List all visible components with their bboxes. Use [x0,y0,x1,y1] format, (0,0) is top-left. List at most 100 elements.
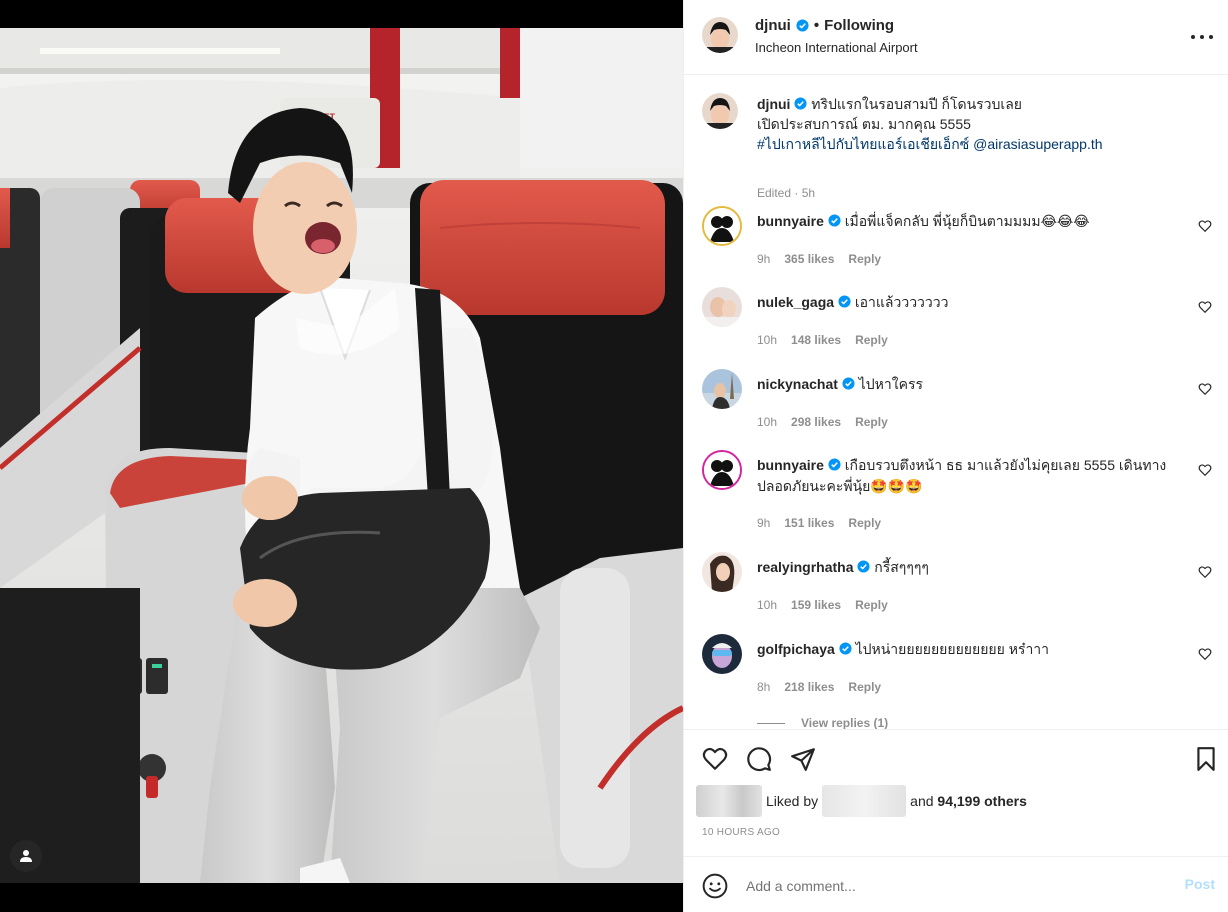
author-username[interactable]: djnui [755,17,791,34]
comment-likes[interactable]: 148 likes [791,333,841,347]
commenter-avatar[interactable] [702,206,742,246]
comment-body: เอาแล้ววววววว [854,294,949,310]
caption-line-2: เปิดประสบการณ์ ตม. มากคุณ 5555 [757,116,971,132]
commenter-avatar[interactable] [702,634,742,674]
heart-icon[interactable] [702,746,728,772]
post-details-panel: djnui • Following Incheon International … [683,0,1228,912]
caption-mention[interactable]: @airasiasuperapp.th [973,136,1102,152]
reply-button[interactable]: Reply [855,333,888,347]
emoji-icon[interactable] [702,873,728,899]
caption-username[interactable]: djnui [757,96,790,112]
post-header: djnui • Following Incheon International … [684,0,1228,75]
verified-badge-icon [796,19,809,32]
airplane-cabin-photo: DJET [0,28,683,883]
commenter-username[interactable]: bunnyaire [757,457,824,473]
likes-count[interactable]: 94,199 others [937,793,1027,809]
reply-button[interactable]: Reply [848,252,881,266]
caption-hashtag[interactable]: #ไปเกาหลีไปกับไทยแอร์เอเชียเอ็กซ์ [757,136,969,152]
comment-meta: 8h 218 likes Reply [757,680,881,694]
verified-badge-icon [838,295,851,308]
caption-line-1: ทริปแรกในรอบสามปี ก็โดนรวบเลย [811,96,1022,112]
comment-like-heart-icon[interactable] [1198,300,1212,314]
replies-divider [757,722,785,724]
commenter-username[interactable]: nulek_gaga [757,294,834,310]
more-options-button[interactable] [1191,27,1213,47]
liked-by-and: and [910,793,934,809]
comment-like-heart-icon[interactable] [1198,382,1212,396]
commenter-avatar[interactable] [702,369,742,409]
comment-time: 8h [757,680,771,694]
comment-meta: 9h 151 likes Reply [757,516,881,530]
reply-button[interactable]: Reply [855,415,888,429]
verified-badge-icon [857,560,870,573]
view-replies-label: View replies (1) [801,716,889,729]
comment-meta: 10h 148 likes Reply [757,333,888,347]
share-icon[interactable] [790,746,816,772]
liked-by-prefix: Liked by [766,793,819,809]
separator-dot: • [813,17,820,34]
post-photo[interactable]: DJET [0,28,683,883]
more-icon [1191,35,1195,39]
author-line: djnui • Following [755,17,894,34]
post-timestamp[interactable]: 10 HOURS AGO [702,827,780,838]
comment-time: 9h [757,252,771,266]
verified-badge-icon [828,458,841,471]
comment-likes[interactable]: 298 likes [791,415,841,429]
comment-time: 10h [757,333,778,347]
comment-body: กรี้สๆๆๆๆ [874,559,929,575]
commenter-username[interactable]: nickynachat [757,376,838,392]
add-comment-bar: Post [684,856,1228,912]
commenter-avatar[interactable] [702,287,742,327]
comment-text: nulek_gaga เอาแล้ววววววว [757,292,1177,313]
comment-like-heart-icon[interactable] [1198,219,1212,233]
comment-like-heart-icon[interactable] [1198,647,1212,661]
commenter-avatar[interactable] [702,450,742,490]
comment-likes[interactable]: 218 likes [784,680,834,694]
comment-time: 9h [757,516,771,530]
verified-badge-icon [842,377,855,390]
liker-avatars-blurred[interactable] [696,785,762,817]
commenter-username[interactable]: realyingrhatha [757,559,853,575]
following-button[interactable]: Following [824,17,894,34]
comment-meta: 10h 159 likes Reply [757,598,888,612]
caption-author-avatar[interactable] [702,93,738,129]
comment-text: golfpichaya ไปหน่ายยยยยยยยยยยยย หร๋าาา [757,639,1177,660]
commenter-username[interactable]: golfpichaya [757,641,835,657]
comments-section[interactable]: djnui ทริปแรกในรอบสามปี ก็โดนรวบเลย เปิด… [684,76,1228,729]
author-avatar[interactable] [702,17,738,53]
photo-pane: DJET [0,0,683,912]
comment-icon[interactable] [746,746,772,772]
comment-text: nickynachat ไปหาใครร [757,374,1177,395]
comment-input[interactable] [746,874,1146,898]
liked-by-row: Liked by and 94,199 others [696,782,1027,820]
verified-badge-icon [794,97,807,110]
reply-button[interactable]: Reply [855,598,888,612]
post-location[interactable]: Incheon International Airport [755,40,918,55]
comment-like-heart-icon[interactable] [1198,463,1212,477]
post-comment-button[interactable]: Post [1185,876,1215,892]
comment-text: realyingrhatha กรี้สๆๆๆๆ [757,557,1177,578]
reply-button[interactable]: Reply [848,516,881,530]
reply-button[interactable]: Reply [848,680,881,694]
comment-likes[interactable]: 159 likes [791,598,841,612]
view-replies-button[interactable]: View replies (1) [757,716,888,729]
comment-like-heart-icon[interactable] [1198,565,1212,579]
liker-name-blurred[interactable] [822,785,907,817]
comment-likes[interactable]: 365 likes [784,252,834,266]
verified-badge-icon [839,642,852,655]
user-tag-icon [20,850,32,862]
comment-body: ไปหน่ายยยยยยยยยยยยย หร๋าาา [855,641,1050,657]
comment-likes[interactable]: 151 likes [784,516,834,530]
caption-text: djnui ทริปแรกในรอบสามปี ก็โดนรวบเลย เปิด… [757,94,1197,154]
comment-time: 10h [757,598,778,612]
comment-meta: 10h 298 likes Reply [757,415,888,429]
comment-text: bunnyaire เกือบรวบตึงหน้า ธธ มาแล้วยังไม… [757,455,1177,497]
comment-text: bunnyaire เมื่อพี่แจ็คกลับ พี่นุ้ยก็บินต… [757,211,1177,232]
verified-badge-icon [828,214,841,227]
post-actions: Liked by and 94,199 others 10 HOURS AGO [684,729,1228,856]
user-tag-button[interactable] [10,840,42,872]
caption-edited-time: Edited · 5h [757,186,816,200]
commenter-avatar[interactable] [702,552,742,592]
commenter-username[interactable]: bunnyaire [757,213,824,229]
bookmark-icon[interactable] [1193,746,1219,772]
